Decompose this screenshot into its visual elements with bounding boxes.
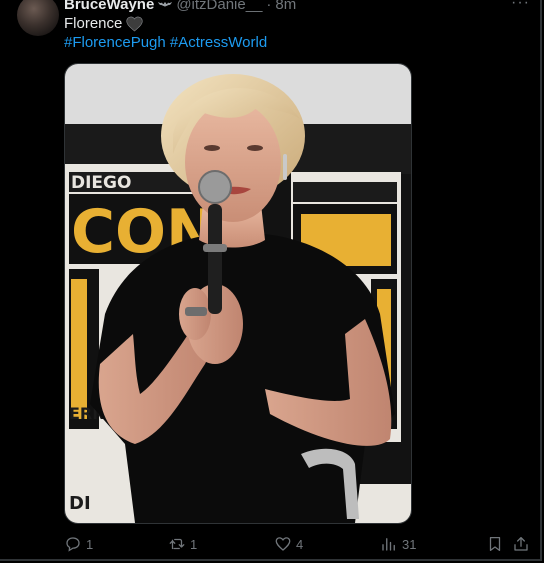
heart-outline-icon — [275, 537, 291, 551]
bat-icon — [158, 2, 173, 7]
retweet-icon — [169, 538, 185, 550]
tweet-text-body: Florence — [64, 15, 123, 32]
tweet-time[interactable]: 8m — [275, 0, 296, 13]
bookmark-icon — [489, 536, 501, 552]
black-heart-icon — [126, 16, 143, 32]
share-icon — [514, 536, 528, 551]
retweet-button[interactable]: 1 — [168, 533, 197, 555]
separator-dot: · — [266, 0, 272, 13]
share-button[interactable] — [512, 533, 530, 555]
backdrop-text: DI — [69, 493, 91, 514]
reply-icon — [66, 537, 80, 552]
tweet-text: Florence — [64, 14, 143, 34]
hashtag-link[interactable]: #ActressWorld — [170, 34, 267, 51]
reply-count: 1 — [86, 536, 94, 552]
tweet-action-bar: 1 1 4 31 — [64, 533, 532, 555]
tweet-header: BruceWayne @itzDanie__ · 8m — [64, 0, 296, 13]
views-count: 31 — [402, 536, 417, 552]
like-button[interactable]: 4 — [274, 533, 303, 555]
backdrop-text: DIEGO — [71, 173, 131, 193]
views-button[interactable]: 31 — [380, 533, 416, 555]
tweet-media-photo[interactable]: DIEGO CON ERNATI DI — [64, 63, 412, 524]
photo-woman-with-microphone: DIEGO CON ERNATI DI — [65, 64, 411, 523]
author-handle[interactable]: @itzDanie__ — [176, 0, 262, 13]
views-icon — [382, 538, 395, 551]
more-options-icon[interactable]: ··· — [511, 0, 530, 12]
hashtag-link[interactable]: #FlorencePugh — [64, 34, 166, 51]
hashtag-line: #FlorencePugh #ActressWorld — [64, 33, 267, 53]
author-name[interactable]: BruceWayne — [64, 0, 154, 13]
reply-button[interactable]: 1 — [64, 533, 93, 555]
retweet-count: 1 — [190, 536, 198, 552]
bookmark-button[interactable] — [486, 533, 504, 555]
like-count: 4 — [296, 536, 304, 552]
